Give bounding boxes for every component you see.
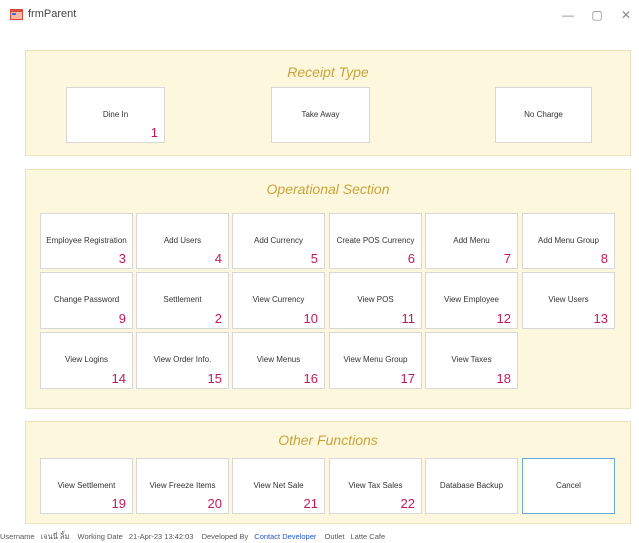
button-number: 2 xyxy=(214,311,222,326)
button-label: Add Menu Group xyxy=(538,236,599,245)
outlet-label: Outlet xyxy=(324,532,345,541)
button-number: 15 xyxy=(207,371,222,386)
button-number: 13 xyxy=(593,311,608,326)
minimize-button[interactable]: — xyxy=(558,6,578,24)
title-bar: frmParent — ▢ ✕ xyxy=(0,0,639,32)
button-label: Employee Registration xyxy=(46,236,127,245)
take-away-button[interactable]: Take Away xyxy=(271,87,370,143)
button-number: 19 xyxy=(111,496,126,511)
button-number: 22 xyxy=(400,496,415,511)
button-label: View Freeze Items xyxy=(149,481,216,490)
button-number: 16 xyxy=(303,371,318,386)
view-freeze-items-button[interactable]: View Freeze Items 20 xyxy=(136,458,229,514)
button-number: 17 xyxy=(400,371,415,386)
add-users-button[interactable]: Add Users 4 xyxy=(136,213,229,269)
button-number: 9 xyxy=(118,311,126,326)
database-backup-button[interactable]: Database Backup xyxy=(425,458,518,514)
button-number: 18 xyxy=(496,371,511,386)
button-label: View Order Info. xyxy=(153,355,212,364)
button-number: 7 xyxy=(503,251,511,266)
button-label: Cancel xyxy=(556,481,581,490)
view-menus-button[interactable]: View Menus 16 xyxy=(232,332,325,389)
window-app-icon xyxy=(10,9,23,20)
view-employee-button[interactable]: View Employee 12 xyxy=(425,272,518,329)
other-functions-panel: Other Functions View Settlement 19 View … xyxy=(25,421,631,524)
button-number: 20 xyxy=(207,496,222,511)
no-charge-button[interactable]: No Charge xyxy=(495,87,592,143)
button-label: View Settlement xyxy=(57,481,116,490)
button-label: View Net Sale xyxy=(253,481,304,490)
view-taxes-button[interactable]: View Taxes 18 xyxy=(425,332,518,389)
button-label: Dine In xyxy=(102,110,129,119)
employee-registration-button[interactable]: Employee Registration 3 xyxy=(40,213,133,269)
button-label: View Taxes xyxy=(451,355,492,364)
view-users-button[interactable]: View Users 13 xyxy=(522,272,615,329)
button-label: Settlement xyxy=(163,295,202,304)
button-label: View POS xyxy=(357,295,394,304)
username-label: Username xyxy=(0,532,35,541)
button-number: 3 xyxy=(118,251,126,266)
button-label: Take Away xyxy=(301,110,340,119)
create-pos-currency-button[interactable]: Create POS Currency 6 xyxy=(329,213,422,269)
status-bar: Username เจนนี่ ลิ้ม Working Date 21-Apr-2… xyxy=(0,531,639,543)
button-number: 14 xyxy=(111,371,126,386)
view-net-sale-button[interactable]: View Net Sale 21 xyxy=(232,458,325,514)
button-number: 4 xyxy=(214,251,222,266)
view-currency-button[interactable]: View Currency 10 xyxy=(232,272,325,329)
button-number: 21 xyxy=(303,496,318,511)
window-title: frmParent xyxy=(28,8,77,20)
button-number: 8 xyxy=(600,251,608,266)
button-number: 5 xyxy=(310,251,318,266)
add-menu-button[interactable]: Add Menu 7 xyxy=(425,213,518,269)
operational-section-panel: Operational Section Employee Registratio… xyxy=(25,169,631,409)
receipt-type-title: Receipt Type xyxy=(287,64,369,80)
cancel-button[interactable]: Cancel xyxy=(522,458,615,514)
contact-developer-link[interactable]: Contact Developer xyxy=(254,532,316,541)
developed-by-label: Developed By xyxy=(201,532,249,541)
button-label: View Logins xyxy=(65,355,108,364)
change-password-button[interactable]: Change Password 9 xyxy=(40,272,133,329)
close-button[interactable]: ✕ xyxy=(616,6,636,24)
view-menu-group-button[interactable]: View Menu Group 17 xyxy=(329,332,422,389)
button-label: View Menu Group xyxy=(343,355,408,364)
button-number: 12 xyxy=(496,311,511,326)
other-functions-title: Other Functions xyxy=(278,432,378,448)
view-pos-button[interactable]: View POS 11 xyxy=(329,272,422,329)
maximize-button[interactable]: ▢ xyxy=(587,6,607,24)
button-label: Create POS Currency xyxy=(336,236,415,245)
add-menu-group-button[interactable]: Add Menu Group 8 xyxy=(522,213,615,269)
view-settlement-button[interactable]: View Settlement 19 xyxy=(40,458,133,514)
button-label: View Employee xyxy=(444,295,499,304)
add-currency-button[interactable]: Add Currency 5 xyxy=(232,213,325,269)
button-number: 10 xyxy=(303,311,318,326)
button-label: Database Backup xyxy=(439,481,504,490)
receipt-type-panel: Receipt Type Dine In 1 Take Away No Char… xyxy=(25,50,631,156)
view-tax-sales-button[interactable]: View Tax Sales 22 xyxy=(329,458,422,514)
working-date-value: 21-Apr-23 13:42:03 xyxy=(128,532,194,541)
button-label: View Currency xyxy=(252,295,305,304)
operational-section-title: Operational Section xyxy=(266,181,390,197)
view-order-info-button[interactable]: View Order Info. 15 xyxy=(136,332,229,389)
button-number: 1 xyxy=(150,125,158,140)
settlement-button[interactable]: Settlement 2 xyxy=(136,272,229,329)
button-number: 6 xyxy=(407,251,415,266)
button-label: Change Password xyxy=(53,295,120,304)
button-label: No Charge xyxy=(524,110,563,119)
button-number: 11 xyxy=(401,311,416,326)
username-value: เจนนี่ ลิ้ม xyxy=(40,532,70,541)
dine-in-button[interactable]: Dine In 1 xyxy=(66,87,165,143)
button-label: Add Menu xyxy=(453,236,490,245)
view-logins-button[interactable]: View Logins 14 xyxy=(40,332,133,389)
button-label: Add Users xyxy=(163,236,202,245)
button-label: Add Currency xyxy=(254,236,303,245)
outlet-value: Latte Cafe xyxy=(350,532,386,541)
working-date-label: Working Date xyxy=(77,532,123,541)
button-label: View Tax Sales xyxy=(348,481,403,490)
button-label: View Users xyxy=(548,295,589,304)
button-label: View Menus xyxy=(256,355,301,364)
